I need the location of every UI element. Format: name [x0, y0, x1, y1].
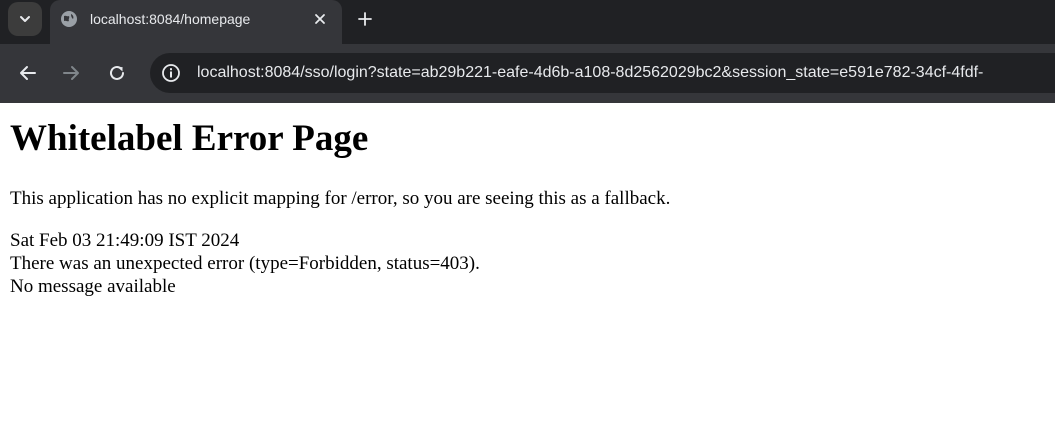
error-details: Sat Feb 03 21:49:09 IST 2024 There was a… [10, 229, 1045, 298]
tab-close-button[interactable] [310, 9, 330, 29]
reload-icon [110, 65, 124, 80]
reload-button[interactable] [104, 60, 130, 86]
tab-title: localhost:8084/homepage [90, 11, 251, 27]
page-title: Whitelabel Error Page [10, 118, 369, 159]
arrow-left-icon [20, 66, 36, 80]
error-timestamp: Sat Feb 03 21:49:09 IST 2024 [10, 230, 240, 251]
active-tab[interactable]: localhost:8084/homepage [50, 0, 342, 44]
chevron-down-icon [20, 16, 30, 22]
forward-button[interactable] [58, 60, 84, 86]
back-button[interactable] [15, 60, 41, 86]
error-type-status: There was an unexpected error (type=Forb… [10, 253, 480, 274]
browser-toolbar: localhost:8084/sso/login?state=ab29b221-… [0, 44, 1055, 103]
arrow-right-icon [63, 66, 79, 80]
error-message: No message available [10, 276, 176, 297]
info-icon[interactable] [161, 63, 181, 83]
tab-search-button[interactable] [8, 2, 42, 36]
plus-icon [358, 12, 372, 26]
error-description: This application has no explicit mapping… [10, 188, 671, 209]
close-icon [315, 14, 325, 24]
globe-icon [61, 11, 77, 27]
address-bar-url[interactable]: localhost:8084/sso/login?state=ab29b221-… [197, 63, 983, 83]
browser-tab-strip: localhost:8084/homepage [0, 0, 1055, 44]
address-bar[interactable]: localhost:8084/sso/login?state=ab29b221-… [150, 53, 1055, 93]
page-content: Whitelabel Error Page This application h… [0, 117, 1055, 298]
new-tab-button[interactable] [354, 8, 376, 30]
